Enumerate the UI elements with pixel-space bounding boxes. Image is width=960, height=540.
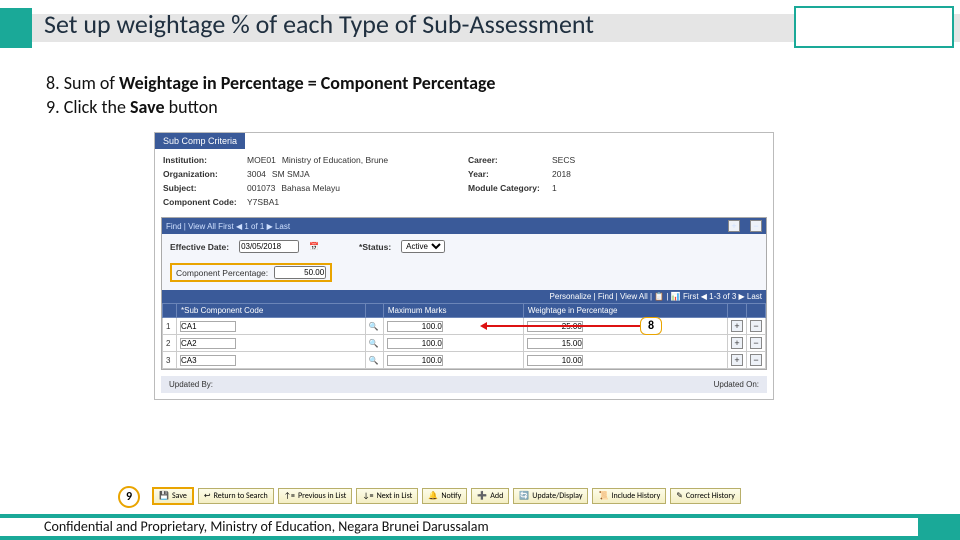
callout-8-arrow bbox=[482, 325, 640, 327]
instructions: 8. Sum of Weightage in Percentage = Comp… bbox=[46, 72, 914, 118]
subcomponent-grid: *Sub Component Code Maximum Marks Weight… bbox=[162, 303, 766, 369]
tab-sub-comp-criteria[interactable]: Sub Comp Criteria bbox=[155, 133, 245, 149]
notify-button[interactable]: 🔔Notify bbox=[422, 488, 467, 504]
career-label: Career: bbox=[468, 155, 546, 165]
updated-row: Updated By: Updated On: bbox=[161, 376, 767, 393]
add-icon: ➕ bbox=[477, 491, 487, 501]
instruction-8: 8. Sum of Weightage in Percentage = Comp… bbox=[46, 72, 914, 94]
correct-icon: ✎ bbox=[676, 491, 683, 501]
status-label: *Status: bbox=[359, 242, 391, 252]
compcode-label: Component Code: bbox=[163, 197, 241, 207]
row-add-icon[interactable]: + bbox=[731, 320, 743, 332]
component-percentage-highlight: Component Percentage: bbox=[170, 263, 332, 282]
prev-icon: ↑≡ bbox=[284, 491, 295, 501]
col-max[interactable]: Maximum Marks bbox=[383, 304, 523, 318]
action-button-row: 💾Save ↩Return to Search ↑≡Previous in Li… bbox=[152, 487, 741, 505]
updated-on-label: Updated On: bbox=[714, 380, 759, 389]
table-row: 2 🔍 + − bbox=[163, 335, 766, 352]
add-button[interactable]: ➕Add bbox=[471, 488, 509, 504]
year-label: Year: bbox=[468, 169, 546, 179]
subject-value: 001073 bbox=[247, 183, 275, 193]
col-lookup bbox=[365, 304, 383, 318]
grid-nav[interactable]: Personalize | Find | View All | 📋 | 📊 Fi… bbox=[162, 290, 766, 303]
institution-desc: Ministry of Education, Brune bbox=[282, 155, 388, 165]
career-value: SECS bbox=[552, 155, 575, 165]
comp-pct-label: Component Percentage: bbox=[176, 268, 268, 278]
section-nav: Find | View All First ◀ 1 of 1 ▶ Last +− bbox=[162, 218, 766, 234]
max-input[interactable] bbox=[387, 355, 443, 366]
effective-section: Find | View All First ◀ 1 of 1 ▶ Last +−… bbox=[161, 217, 767, 370]
callout-8: 8 bbox=[640, 317, 662, 335]
subject-label: Subject: bbox=[163, 183, 241, 193]
notify-icon: 🔔 bbox=[428, 491, 438, 501]
effdate-label: Effective Date: bbox=[170, 242, 229, 252]
year-value: 2018 bbox=[552, 169, 571, 179]
save-button[interactable]: 💾Save bbox=[152, 487, 194, 505]
callout-9: 9 bbox=[118, 486, 140, 508]
instruction-8-prefix: 8. Sum of bbox=[46, 72, 119, 94]
add-row-icon[interactable]: + bbox=[728, 220, 740, 232]
title-bar: Set up weightage % of each Type of Sub-A… bbox=[0, 0, 960, 54]
institution-label: Institution: bbox=[163, 155, 241, 165]
instruction-9-prefix: 9. Click the bbox=[46, 96, 130, 118]
update-icon: 🔄 bbox=[519, 491, 529, 501]
title-accent bbox=[0, 8, 32, 48]
row-del-icon[interactable]: − bbox=[750, 320, 762, 332]
page-title: Set up weightage % of each Type of Sub-A… bbox=[44, 8, 594, 40]
row-add-icon[interactable]: + bbox=[731, 354, 743, 366]
instruction-9-suffix: button bbox=[165, 96, 218, 118]
effdate-input[interactable] bbox=[239, 240, 299, 253]
footer-text: Confidential and Proprietary, Ministry o… bbox=[0, 518, 918, 536]
status-select[interactable]: Active bbox=[401, 240, 445, 253]
updated-by-label: Updated By: bbox=[169, 380, 213, 389]
correct-history-button[interactable]: ✎Correct History bbox=[670, 488, 741, 504]
max-input[interactable] bbox=[387, 338, 443, 349]
instruction-8-bold: Weightage in Percentage = Component Perc… bbox=[119, 72, 495, 94]
col-idx bbox=[163, 304, 177, 318]
history-icon: 📜 bbox=[598, 491, 608, 501]
row-add-icon[interactable]: + bbox=[731, 337, 743, 349]
lookup-icon[interactable]: 🔍 bbox=[369, 356, 379, 365]
organization-value: 3004 bbox=[247, 169, 266, 179]
subcode-input[interactable] bbox=[180, 338, 236, 349]
subcode-input[interactable] bbox=[180, 321, 236, 332]
section-nav-text[interactable]: Find | View All First ◀ 1 of 1 ▶ Last bbox=[166, 222, 290, 231]
update-display-button[interactable]: 🔄Update/Display bbox=[513, 488, 588, 504]
organization-label: Organization: bbox=[163, 169, 241, 179]
save-icon: 💾 bbox=[159, 491, 169, 501]
col-weight[interactable]: Weightage in Percentage bbox=[523, 304, 727, 318]
next-button[interactable]: ↓≡Next in List bbox=[356, 488, 418, 504]
table-row: 1 🔍 + − bbox=[163, 318, 766, 335]
max-input[interactable] bbox=[387, 321, 443, 332]
col-subcode[interactable]: *Sub Component Code bbox=[177, 304, 366, 318]
lookup-icon[interactable]: 🔍 bbox=[369, 339, 379, 348]
app-screenshot: Sub Comp Criteria Institution: MOE01 Minis… bbox=[154, 132, 774, 400]
row-del-icon[interactable]: − bbox=[750, 337, 762, 349]
compcode-value: Y7SBA1 bbox=[247, 197, 279, 207]
row-del-icon[interactable]: − bbox=[750, 354, 762, 366]
modcat-label: Module Category: bbox=[468, 183, 546, 193]
title-right-box bbox=[794, 6, 954, 48]
instruction-9: 9. Click the Save button bbox=[46, 96, 914, 118]
subject-desc: Bahasa Melayu bbox=[281, 183, 340, 193]
prev-button[interactable]: ↑≡Previous in List bbox=[278, 488, 353, 504]
lookup-icon[interactable]: 🔍 bbox=[369, 322, 379, 331]
return-icon: ↩ bbox=[204, 491, 211, 501]
table-row: 3 🔍 + − bbox=[163, 352, 766, 369]
organization-desc: SM SMJA bbox=[272, 169, 310, 179]
institution-value: MOE01 bbox=[247, 155, 276, 165]
del-row-icon[interactable]: − bbox=[750, 220, 762, 232]
footer: Confidential and Proprietary, Ministry o… bbox=[0, 514, 960, 540]
calendar-icon[interactable]: 📅 bbox=[309, 242, 319, 251]
next-icon: ↓≡ bbox=[362, 491, 373, 501]
subcode-input[interactable] bbox=[180, 355, 236, 366]
return-button[interactable]: ↩Return to Search bbox=[198, 488, 274, 504]
weight-input[interactable] bbox=[527, 355, 583, 366]
weight-input[interactable] bbox=[527, 338, 583, 349]
info-block: Institution: MOE01 Ministry of Education, … bbox=[155, 149, 773, 217]
comp-pct-input[interactable] bbox=[274, 266, 326, 279]
include-history-button[interactable]: 📜Include History bbox=[592, 488, 666, 504]
modcat-value: 1 bbox=[552, 183, 557, 193]
instruction-9-bold: Save bbox=[130, 96, 165, 118]
